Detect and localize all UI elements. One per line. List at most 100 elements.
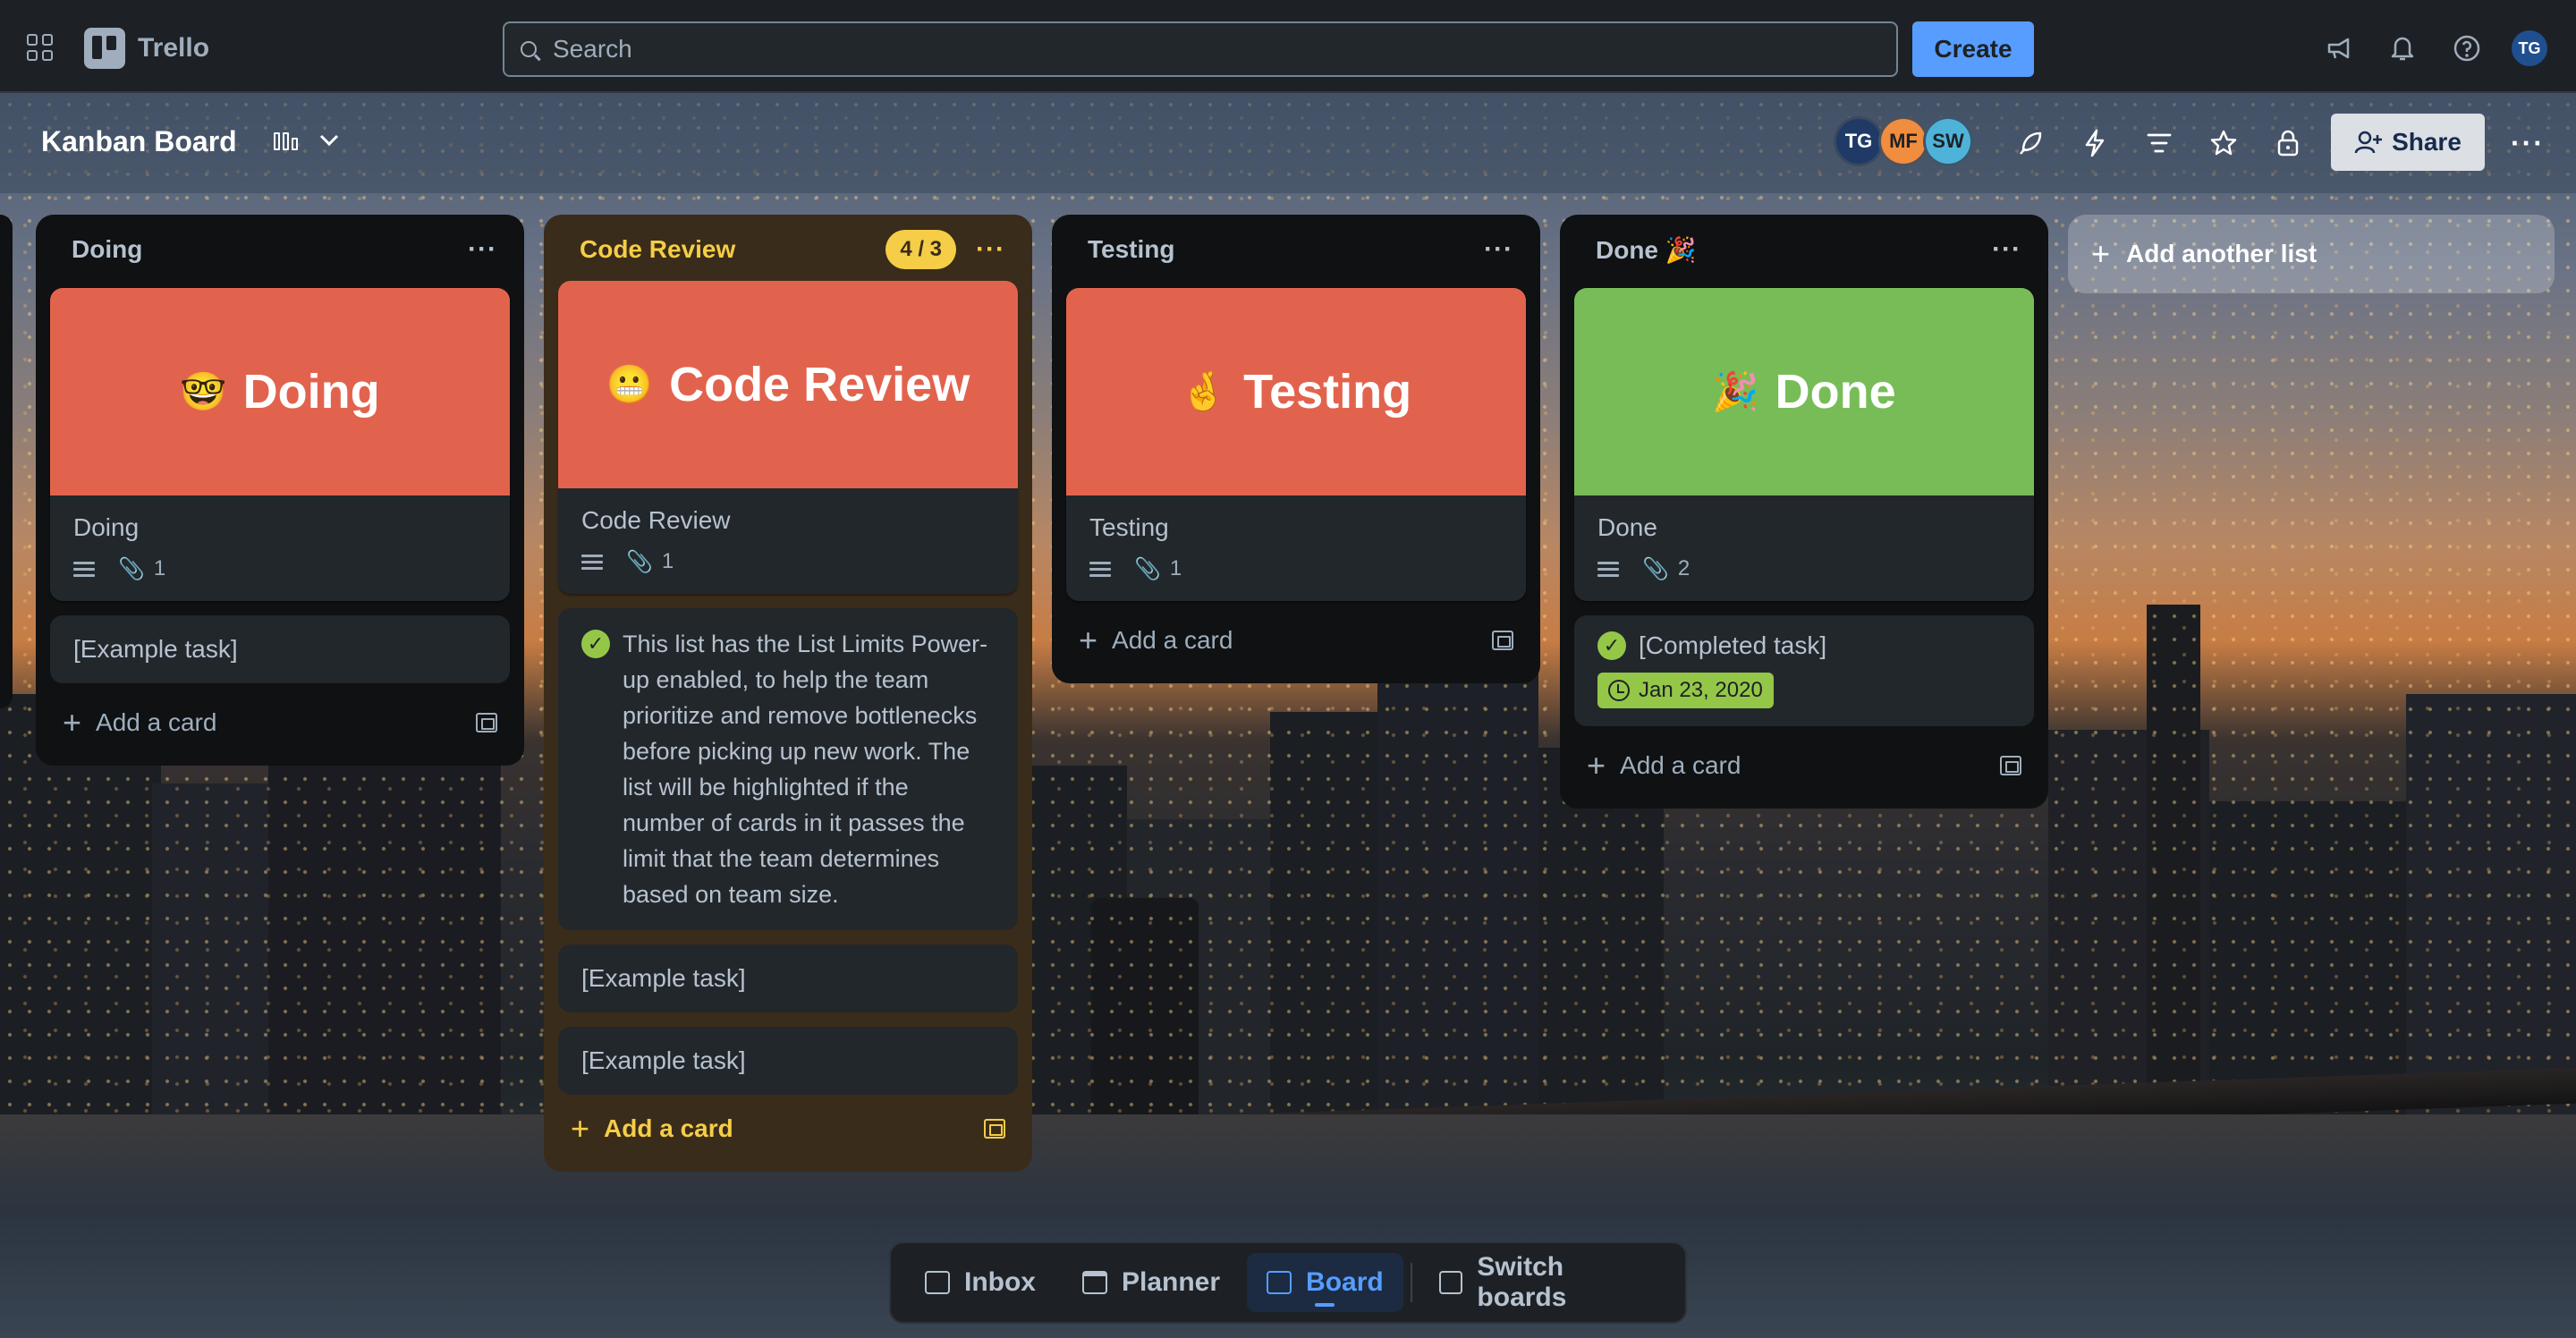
card-title: This list has the List Limits Power-up e… [623, 631, 988, 908]
attachment-count: 1 [153, 556, 166, 580]
board-menu-more-icon[interactable]: ··· [2510, 125, 2546, 161]
list-title[interactable]: Testing [1088, 235, 1174, 264]
member-avatar[interactable]: MF [1878, 116, 1928, 166]
list-menu-icon[interactable]: ··· [1992, 234, 2021, 265]
card-title: Doing [73, 513, 140, 541]
due-date: Jan 23, 2020 [1639, 678, 1763, 702]
add-card-button[interactable]: + Add a card [50, 696, 510, 749]
grimacing-face-emoji-icon: 😬 [606, 362, 654, 406]
list-title[interactable]: Done 🎉 [1596, 235, 1697, 265]
check-circle-icon[interactable]: ✓ [1597, 631, 1626, 660]
top-navigation: Trello Create TG [0, 0, 2576, 93]
card-with-cover[interactable]: 🤞 Testing Testing 📎 1 [1066, 288, 1526, 601]
search-input[interactable] [553, 35, 1805, 64]
clock-icon [1608, 680, 1630, 701]
cover-label: Done [1775, 365, 1896, 419]
attachment-count: 2 [1677, 556, 1690, 580]
app-switcher-icon[interactable] [27, 34, 54, 61]
card-cover: 🎉 Done [1574, 288, 2034, 495]
card-with-cover[interactable]: 🤓 Doing Doing 📎 1 [50, 288, 510, 601]
list-header[interactable]: Testing ··· [1066, 225, 1526, 274]
nerd-face-emoji-icon: 🤓 [180, 369, 227, 413]
description-icon [1597, 561, 1619, 577]
help-icon[interactable] [2451, 32, 2483, 64]
switcher-board[interactable]: Board [1247, 1253, 1403, 1312]
list-done: Done 🎉 ··· 🎉 Done Done 📎 2 ✓ [Completed t… [1560, 215, 2048, 809]
calendar-icon [1082, 1271, 1107, 1294]
card[interactable]: [Example task] [558, 1027, 1018, 1095]
offscreen-list [0, 215, 13, 708]
list-title[interactable]: Doing [72, 235, 142, 264]
due-date-badge[interactable]: Jan 23, 2020 [1597, 673, 1774, 708]
search-icon [521, 41, 537, 57]
list-testing: Testing ··· 🤞 Testing Testing 📎 1 + Add a… [1052, 215, 1540, 683]
add-card-button[interactable]: + Add a card [1066, 614, 1526, 667]
power-ups-rocket-icon[interactable] [2012, 125, 2048, 161]
paperclip-icon: 📎 [1642, 556, 1669, 581]
share-button[interactable]: Share [2331, 114, 2485, 171]
card-with-cover[interactable]: 🎉 Done Done 📎 2 [1574, 288, 2034, 601]
notifications-bell-icon[interactable] [2386, 32, 2419, 64]
visibility-lock-icon[interactable] [2270, 125, 2306, 161]
board-members: TG MF SW [1834, 116, 1973, 166]
add-card-button[interactable]: + Add a card [558, 1102, 1018, 1156]
bottom-view-switcher: Inbox Planner Board Switch boards [889, 1241, 1687, 1324]
board-title[interactable]: Kanban Board [41, 125, 237, 158]
switcher-switch-boards[interactable]: Switch boards [1419, 1252, 1671, 1312]
add-list-label: Add another list [2126, 240, 2318, 267]
card-template-icon[interactable] [984, 1119, 1005, 1139]
app-name: Trello [138, 33, 210, 63]
add-card-button[interactable]: + Add a card [1574, 739, 2034, 792]
list-menu-icon[interactable]: ··· [976, 234, 1005, 265]
add-card-label: Add a card [604, 1114, 733, 1142]
list-header[interactable]: Code Review 4 / 3 ··· [558, 225, 1018, 274]
info-card[interactable]: ✓ This list has the List Limits Power-up… [558, 608, 1018, 930]
list-header[interactable]: Doing ··· [50, 225, 510, 274]
switcher-planner[interactable]: Planner [1063, 1253, 1240, 1312]
list-header[interactable]: Done 🎉 ··· [1574, 225, 2034, 274]
board-view-switcher[interactable] [274, 131, 339, 150]
completed-card[interactable]: ✓ [Completed task] Jan 23, 2020 [1574, 615, 2034, 726]
card[interactable]: [Example task] [50, 615, 510, 683]
star-icon[interactable] [2206, 125, 2241, 161]
cover-label: Testing [1243, 365, 1412, 419]
user-avatar[interactable]: TG [2512, 30, 2547, 66]
inbox-icon [925, 1271, 950, 1294]
card-cover: 😬 Code Review [558, 281, 1018, 488]
list-code-review: Code Review 4 / 3 ··· 😬 Code Review Code… [544, 215, 1032, 1172]
card-template-icon[interactable] [476, 713, 497, 733]
automation-lightning-icon[interactable] [2077, 125, 2113, 161]
board-header: Kanban Board [0, 93, 2576, 193]
card-title: Testing [1089, 513, 1169, 541]
list-menu-icon[interactable]: ··· [468, 234, 497, 265]
card-title: [Completed task] [1639, 631, 1827, 659]
board-view-icon [274, 131, 298, 150]
plus-icon: + [1587, 747, 1606, 783]
chevron-down-icon [319, 134, 339, 147]
card-template-icon[interactable] [1492, 631, 1513, 650]
filter-icon[interactable] [2141, 125, 2177, 161]
member-avatar[interactable]: SW [1923, 116, 1973, 166]
card-with-cover[interactable]: 😬 Code Review Code Review 📎 1 [558, 281, 1018, 594]
cover-label: Code Review [669, 358, 970, 411]
search-box[interactable] [503, 21, 1898, 77]
card-template-icon[interactable] [2000, 756, 2021, 775]
megaphone-icon[interactable] [2324, 32, 2356, 64]
card-title: Done [1597, 513, 1657, 541]
crossed-fingers-emoji-icon: 🤞 [1180, 369, 1228, 413]
list-menu-icon[interactable]: ··· [1484, 234, 1513, 265]
plus-icon: + [1079, 622, 1098, 658]
add-card-label: Add a card [96, 708, 217, 736]
add-card-label: Add a card [1112, 626, 1233, 654]
switcher-inbox[interactable]: Inbox [905, 1253, 1055, 1312]
card[interactable]: [Example task] [558, 944, 1018, 1012]
add-list-button[interactable]: + Add another list [2068, 215, 2555, 293]
switcher-label: Planner [1122, 1267, 1221, 1297]
member-avatar[interactable]: TG [1834, 116, 1884, 166]
create-button[interactable]: Create [1912, 21, 2034, 77]
divider [1410, 1263, 1412, 1302]
list-title[interactable]: Code Review [580, 235, 735, 264]
description-icon [73, 561, 95, 577]
trello-logo[interactable]: Trello [84, 28, 209, 69]
board-icon [1267, 1271, 1292, 1294]
